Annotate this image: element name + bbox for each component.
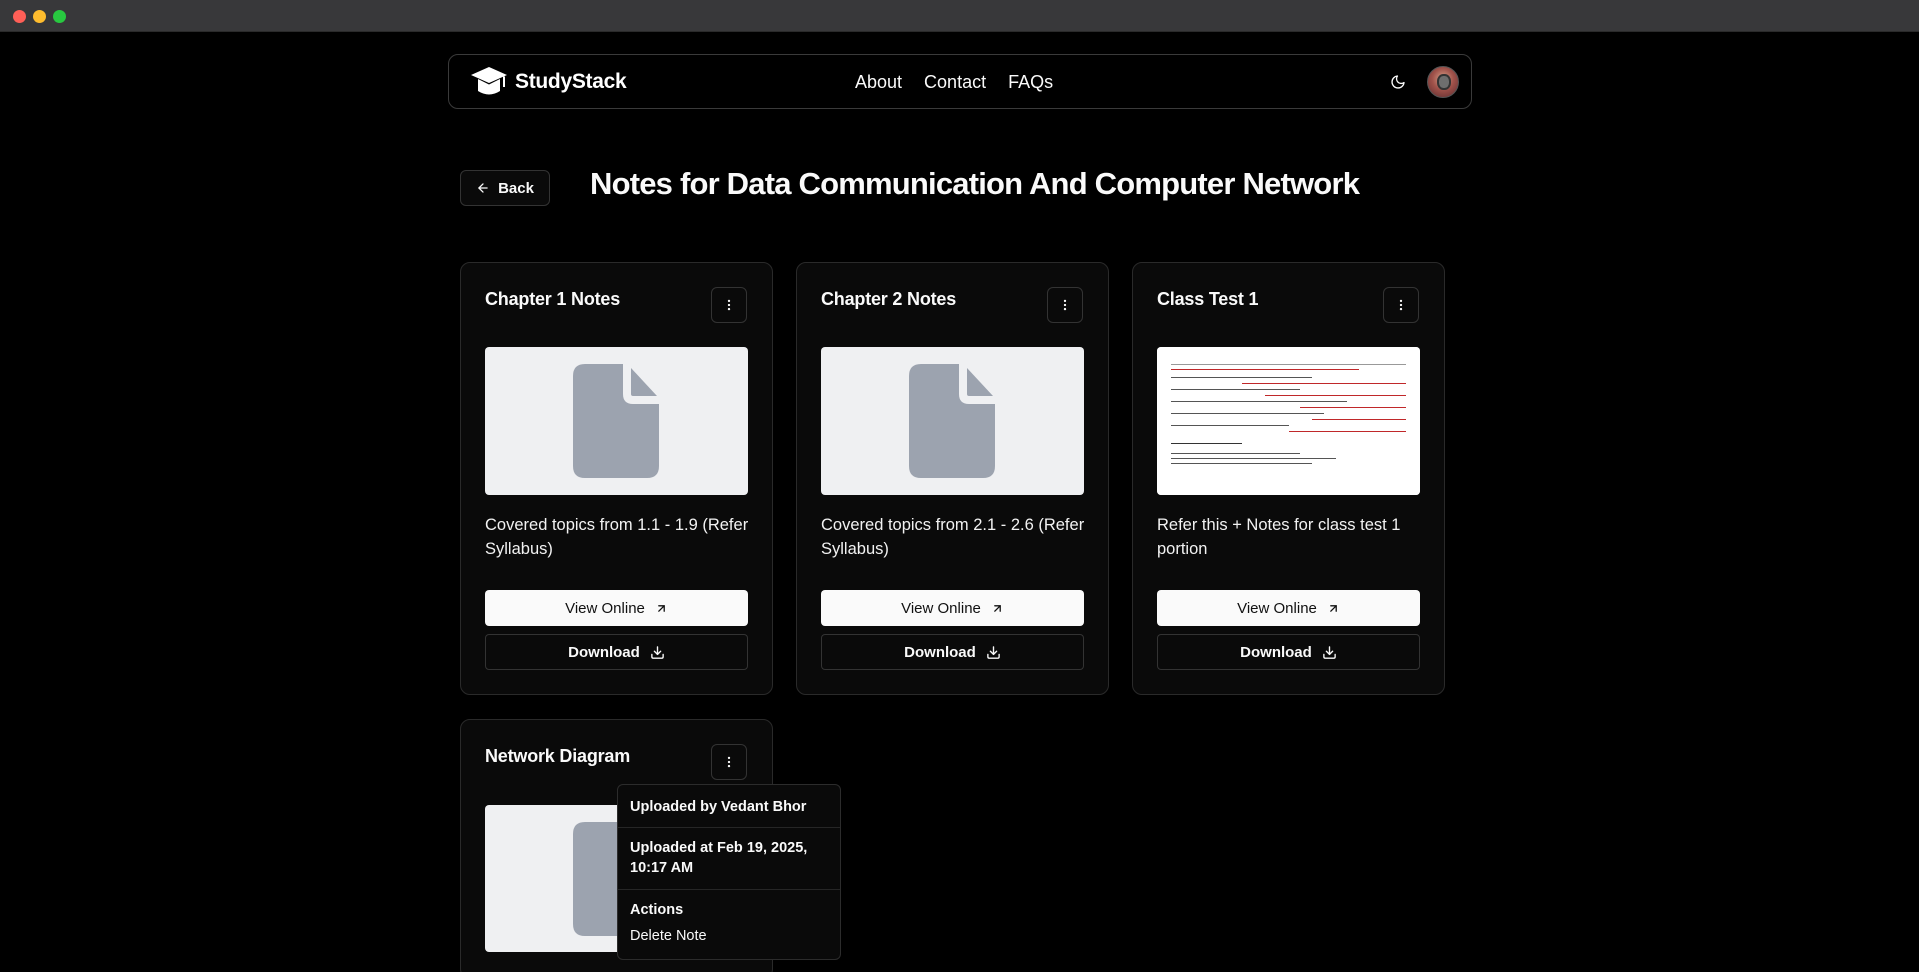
- more-vertical-icon: [1063, 299, 1067, 311]
- card-title: Chapter 2 Notes: [821, 289, 957, 309]
- file-icon: [573, 364, 659, 478]
- more-vertical-icon: [1399, 299, 1403, 311]
- card-description: Covered topics from 1.1 - 1.9 (Refer Syl…: [485, 516, 749, 558]
- file-icon: [909, 364, 995, 478]
- download-button[interactable]: Download: [485, 634, 748, 670]
- download-label: Download: [568, 643, 640, 661]
- arrow-up-right-icon: [994, 604, 1001, 612]
- page-title: Notes for Data Communication And Compute…: [590, 166, 1360, 201]
- card-menu-button[interactable]: [711, 744, 747, 780]
- graduation-cap-icon: [471, 67, 507, 95]
- note-info-popover: Uploaded by Vedant Bhor Uploaded at Feb …: [617, 784, 841, 960]
- download-button[interactable]: Download: [821, 634, 1084, 670]
- window-titlebar: [0, 0, 1919, 32]
- download-icon: [651, 645, 664, 659]
- view-online-label: View Online: [565, 599, 645, 617]
- avatar[interactable]: [1427, 66, 1459, 98]
- note-thumbnail[interactable]: [821, 347, 1084, 495]
- actions-heading: Actions: [630, 902, 684, 918]
- arrow-up-right-icon: [1330, 604, 1337, 612]
- back-button[interactable]: Back: [460, 170, 550, 206]
- zoom-window-button[interactable]: [53, 10, 66, 23]
- nav-link-contact[interactable]: Contact: [924, 69, 986, 95]
- download-button[interactable]: Download: [1157, 634, 1420, 670]
- brand-link[interactable]: StudyStack: [469, 65, 627, 99]
- arrow-left-icon: [478, 183, 488, 193]
- card-title: Class Test 1: [1157, 289, 1259, 309]
- nav-links: About Contact FAQs: [855, 69, 1075, 95]
- more-vertical-icon: [727, 756, 731, 768]
- delete-note-menu-item[interactable]: Delete Note: [618, 922, 840, 950]
- close-window-button[interactable]: [13, 10, 26, 23]
- view-online-label: View Online: [1237, 599, 1317, 617]
- download-icon: [1323, 645, 1336, 659]
- download-label: Download: [1240, 643, 1312, 661]
- download-icon: [987, 645, 1000, 659]
- note-thumbnail[interactable]: [1157, 347, 1420, 495]
- view-online-button[interactable]: View Online: [485, 590, 748, 626]
- card-menu-button[interactable]: [1383, 287, 1419, 323]
- theme-toggle-button[interactable]: [1387, 71, 1409, 93]
- more-vertical-icon: [727, 299, 731, 311]
- minimize-window-button[interactable]: [33, 10, 46, 23]
- card-menu-button[interactable]: [1047, 287, 1083, 323]
- nav-link-about[interactable]: About: [855, 69, 902, 95]
- card-title: Network Diagram: [485, 746, 631, 766]
- view-online-button[interactable]: View Online: [821, 590, 1084, 626]
- brand-name: StudyStack: [515, 70, 627, 93]
- avatar-image: [1437, 74, 1451, 90]
- uploaded-by-label: Uploaded by Vedant Bhor: [630, 799, 807, 815]
- view-online-label: View Online: [901, 599, 981, 617]
- card-description: Covered topics from 2.1 - 2.6 (Refer Syl…: [821, 516, 1085, 558]
- download-label: Download: [904, 643, 976, 661]
- back-label: Back: [498, 179, 534, 197]
- note-thumbnail[interactable]: [485, 347, 748, 495]
- card-description: Refer this + Notes for class test 1 port…: [1157, 516, 1401, 558]
- uploaded-at-label: Uploaded at Feb 19, 2025, 10:17 AM: [630, 840, 808, 876]
- arrow-up-right-icon: [658, 604, 665, 612]
- moon-icon: [1391, 75, 1405, 89]
- note-card: Chapter 2 Notes Covered topics from 2.1 …: [796, 262, 1109, 695]
- note-card: Chapter 1 Notes Covered topics from 1.1 …: [460, 262, 773, 695]
- navbar: StudyStack About Contact FAQs: [448, 54, 1472, 109]
- card-menu-button[interactable]: [711, 287, 747, 323]
- document-preview-image: [1157, 347, 1420, 495]
- view-online-button[interactable]: View Online: [1157, 590, 1420, 626]
- note-card: Class Test 1 Refer this + Notes for clas…: [1132, 262, 1445, 695]
- nav-link-faqs[interactable]: FAQs: [1008, 69, 1053, 95]
- card-title: Chapter 1 Notes: [485, 289, 621, 309]
